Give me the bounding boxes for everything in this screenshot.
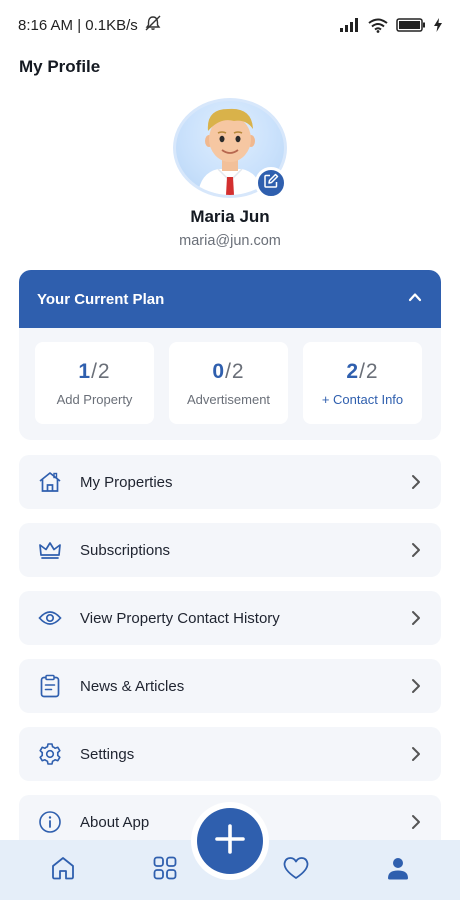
- menu-item-my-properties[interactable]: My Properties: [19, 455, 441, 509]
- stat-contact-info[interactable]: 2/2 + Contact Info: [303, 342, 422, 424]
- chevron-right-icon: [409, 747, 423, 761]
- plus-icon: [214, 823, 246, 860]
- menu-item-label: Settings: [80, 745, 135, 763]
- mute-icon: [144, 15, 162, 35]
- contact-info-link[interactable]: + Contact Info: [322, 392, 403, 407]
- edit-icon: [263, 173, 279, 194]
- menu-item-label: News & Articles: [80, 677, 185, 695]
- stat-value: 2/2: [346, 359, 379, 383]
- plan-stats: 1/2 Add Property 0/2 Advertisement 2/2 +…: [19, 328, 441, 424]
- menu-item-label: View Property Contact History: [80, 609, 280, 627]
- chevron-right-icon: [409, 543, 423, 557]
- page-title: My Profile: [19, 57, 101, 76]
- chevron-right-icon: [409, 815, 423, 829]
- charging-icon: [434, 18, 442, 32]
- plan-header[interactable]: Your Current Plan: [19, 270, 441, 328]
- menu-item-label: Subscriptions: [80, 541, 171, 559]
- crown-icon: [37, 537, 63, 563]
- gear-icon: [37, 741, 63, 767]
- status-right: [340, 18, 442, 33]
- home-icon: [37, 469, 63, 495]
- home-icon: [50, 855, 76, 886]
- heart-icon: [282, 855, 310, 886]
- menu-item-settings[interactable]: Settings: [19, 727, 441, 781]
- chevron-right-icon: [409, 679, 423, 693]
- add-button[interactable]: [197, 808, 263, 874]
- status-bar: 8:16 AM | 0.1KB/s: [0, 0, 460, 50]
- avatar-container: [173, 98, 287, 199]
- profile-icon: [386, 855, 410, 886]
- signal-icon: [340, 18, 360, 32]
- menu-item-contact-history[interactable]: View Property Contact History: [19, 591, 441, 645]
- menu-item-news-articles[interactable]: News & Articles: [19, 659, 441, 713]
- info-icon: [37, 809, 63, 835]
- clipboard-icon: [37, 673, 63, 699]
- menu-item-label: My Properties: [80, 473, 173, 491]
- eye-icon: [37, 605, 63, 631]
- status-time: 8:16 AM | 0.1KB/s: [18, 16, 138, 34]
- stat-advertisement[interactable]: 0/2 Advertisement: [169, 342, 288, 424]
- plan-title: Your Current Plan: [37, 290, 165, 308]
- nav-home-button[interactable]: [48, 855, 78, 885]
- battery-icon: [396, 18, 426, 32]
- menu-item-subscriptions[interactable]: Subscriptions: [19, 523, 441, 577]
- nav-favorites-button[interactable]: [281, 855, 311, 885]
- grid-icon: [152, 855, 178, 886]
- user-name: Maria Jun: [190, 207, 270, 226]
- chevron-right-icon: [409, 611, 423, 625]
- chevron-right-icon: [409, 475, 423, 489]
- nav-profile-button[interactable]: [383, 855, 413, 885]
- stat-add-property[interactable]: 1/2 Add Property: [35, 342, 154, 424]
- current-plan-card: Your Current Plan 1/2 Add Property 0/2 A…: [19, 270, 441, 440]
- stat-label: Advertisement: [186, 391, 271, 407]
- status-left: 8:16 AM | 0.1KB/s: [18, 15, 162, 35]
- stat-label: Add Property: [56, 391, 133, 407]
- wifi-icon: [368, 18, 388, 33]
- stat-value: 0/2: [212, 359, 245, 383]
- edit-avatar-button[interactable]: [255, 167, 287, 199]
- stat-value: 1/2: [78, 359, 111, 383]
- user-email: maria@jun.com: [179, 233, 281, 249]
- nav-grid-button[interactable]: [150, 855, 180, 885]
- chevron-up-icon[interactable]: [407, 289, 423, 310]
